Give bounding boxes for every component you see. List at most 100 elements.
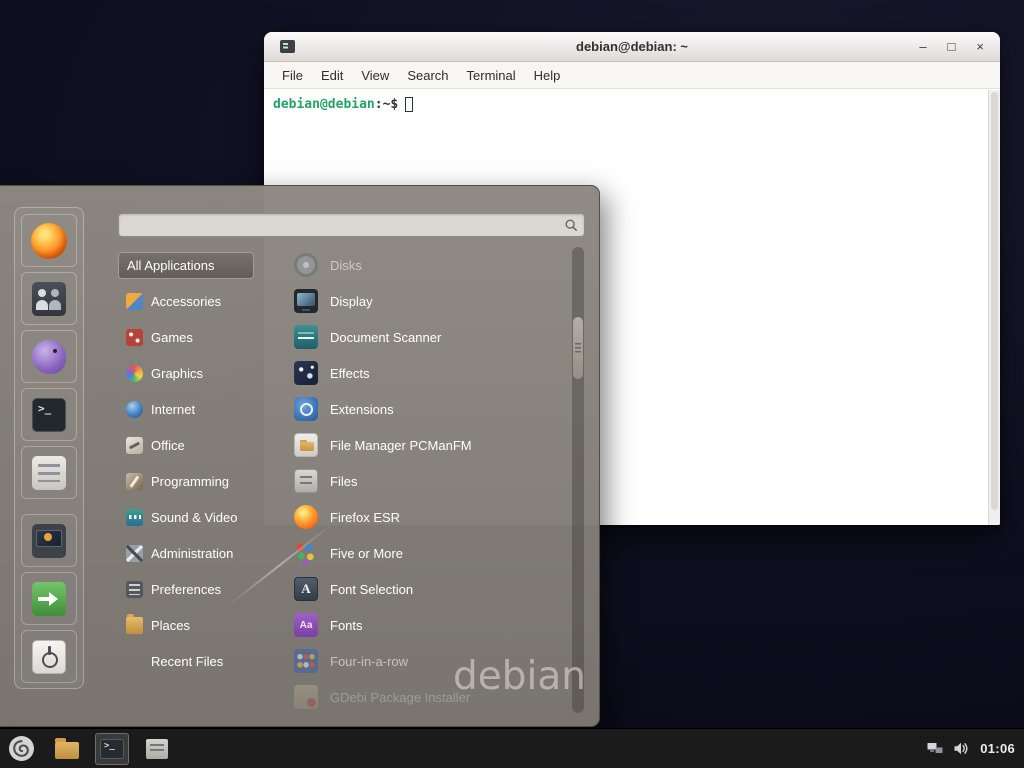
scrollbar-thumb[interactable] bbox=[573, 317, 583, 379]
app-fonts[interactable]: Fonts bbox=[264, 607, 568, 643]
category-all-applications[interactable]: All Applications bbox=[118, 252, 254, 279]
category-sound-video[interactable]: Sound & Video bbox=[118, 499, 254, 535]
effects-icon bbox=[294, 361, 318, 385]
volume-icon[interactable] bbox=[954, 742, 969, 755]
category-label: Places bbox=[151, 618, 190, 633]
maximize-button[interactable]: □ bbox=[948, 32, 956, 62]
administration-icon bbox=[126, 545, 143, 562]
gdebi-icon bbox=[294, 685, 318, 709]
firefox-icon bbox=[294, 505, 318, 529]
menu-help[interactable]: Help bbox=[525, 62, 570, 89]
application-list-scrollbar[interactable] bbox=[572, 247, 584, 713]
favorite-terminal[interactable] bbox=[21, 388, 77, 441]
terminal-scrollbar-thumb[interactable] bbox=[991, 92, 998, 510]
debian-swirl-icon bbox=[8, 735, 35, 762]
app-firefox-esr[interactable]: Firefox ESR bbox=[264, 499, 568, 535]
app-label: Files bbox=[330, 474, 357, 489]
menu-view[interactable]: View bbox=[352, 62, 398, 89]
menu-search-input[interactable] bbox=[119, 214, 584, 236]
firefox-icon bbox=[31, 223, 67, 259]
favorite-software[interactable] bbox=[21, 446, 77, 499]
files-icon bbox=[294, 469, 318, 493]
terminal-cursor bbox=[405, 97, 413, 112]
places-icon bbox=[126, 617, 143, 634]
category-label: Graphics bbox=[151, 366, 203, 381]
clock[interactable]: 01:06 bbox=[980, 741, 1015, 756]
app-file-manager-pcmanfm[interactable]: File Manager PCManFM bbox=[264, 427, 568, 463]
lock-screen-icon bbox=[32, 524, 66, 558]
fonts-icon bbox=[294, 613, 318, 637]
prompt-path: :~$ bbox=[375, 97, 398, 112]
category-games[interactable]: Games bbox=[118, 319, 254, 355]
category-places[interactable]: Places bbox=[118, 607, 254, 643]
app-document-scanner[interactable]: Document Scanner bbox=[264, 319, 568, 355]
app-font-selection[interactable]: Font Selection bbox=[264, 571, 568, 607]
session-lock-screen[interactable] bbox=[21, 514, 77, 567]
terminal-prompt-line: debian@debian:~$ bbox=[264, 90, 1000, 112]
category-preferences[interactable]: Preferences bbox=[118, 571, 254, 607]
five-or-more-icon bbox=[294, 541, 318, 565]
category-accessories[interactable]: Accessories bbox=[118, 283, 254, 319]
category-programming[interactable]: Programming bbox=[118, 463, 254, 499]
programming-icon bbox=[126, 473, 143, 490]
category-label: Recent Files bbox=[151, 654, 223, 669]
category-label: Games bbox=[151, 330, 193, 345]
app-effects[interactable]: Effects bbox=[264, 355, 568, 391]
minimize-button[interactable]: – bbox=[919, 32, 926, 62]
close-button[interactable]: × bbox=[976, 32, 984, 62]
taskbar-panel: 01:06 bbox=[0, 728, 1024, 768]
category-office[interactable]: Office bbox=[118, 427, 254, 463]
app-four-in-a-row[interactable]: Four-in-a-row bbox=[264, 643, 568, 679]
menu-search[interactable]: Search bbox=[398, 62, 457, 89]
category-label: Administration bbox=[151, 546, 233, 561]
app-label: Firefox ESR bbox=[330, 510, 400, 525]
session-shut-down[interactable] bbox=[21, 630, 77, 683]
prompt-user-host: debian@debian bbox=[273, 97, 375, 112]
menu-file[interactable]: File bbox=[273, 62, 312, 89]
taskbar-file-manager-button[interactable] bbox=[50, 733, 84, 765]
app-files[interactable]: Files bbox=[264, 463, 568, 499]
taskbar-terminal-button[interactable] bbox=[95, 733, 129, 765]
sound-video-icon bbox=[126, 509, 143, 526]
favorite-firefox[interactable] bbox=[21, 214, 77, 267]
favorites-column bbox=[14, 207, 84, 689]
category-label: Accessories bbox=[151, 294, 221, 309]
terminal-icon bbox=[32, 398, 66, 432]
session-log-out[interactable] bbox=[21, 572, 77, 625]
internet-icon bbox=[126, 401, 143, 418]
category-graphics[interactable]: Graphics bbox=[118, 355, 254, 391]
app-extensions[interactable]: Extensions bbox=[264, 391, 568, 427]
app-label: Disks bbox=[330, 258, 362, 273]
app-gdebi-package-installer[interactable]: GDebi Package Installer bbox=[264, 679, 568, 713]
games-icon bbox=[126, 329, 143, 346]
category-administration[interactable]: Administration bbox=[118, 535, 254, 571]
app-label: GDebi Package Installer bbox=[330, 690, 470, 705]
taskbar-files-button[interactable] bbox=[140, 733, 174, 765]
category-label: Preferences bbox=[151, 582, 221, 597]
terminal-title: debian@debian: ~ bbox=[264, 39, 1000, 54]
app-display[interactable]: Display bbox=[264, 283, 568, 319]
app-label: Extensions bbox=[330, 402, 394, 417]
terminal-icon bbox=[100, 739, 124, 759]
system-tray: 01:06 bbox=[927, 741, 1024, 756]
app-disks[interactable]: Disks bbox=[264, 247, 568, 283]
terminal-titlebar[interactable]: debian@debian: ~ – □ × bbox=[264, 32, 1000, 62]
window-controls: – □ × bbox=[919, 32, 1000, 62]
terminal-scrollbar[interactable] bbox=[988, 90, 1000, 525]
favorite-pidgin[interactable] bbox=[21, 330, 77, 383]
menu-button[interactable] bbox=[3, 731, 39, 767]
category-internet[interactable]: Internet bbox=[118, 391, 254, 427]
category-label: Office bbox=[151, 438, 185, 453]
software-icon bbox=[32, 456, 66, 490]
category-recent-files[interactable]: Recent Files bbox=[118, 643, 254, 679]
terminal-app-icon bbox=[280, 40, 295, 53]
menu-terminal[interactable]: Terminal bbox=[458, 62, 525, 89]
menu-edit[interactable]: Edit bbox=[312, 62, 352, 89]
app-five-or-more[interactable]: Five or More bbox=[264, 535, 568, 571]
office-icon bbox=[126, 437, 143, 454]
app-label: Four-in-a-row bbox=[330, 654, 408, 669]
category-label: All Applications bbox=[127, 258, 214, 273]
preferences-icon bbox=[126, 581, 143, 598]
network-icon[interactable] bbox=[927, 742, 943, 755]
favorite-users[interactable] bbox=[21, 272, 77, 325]
